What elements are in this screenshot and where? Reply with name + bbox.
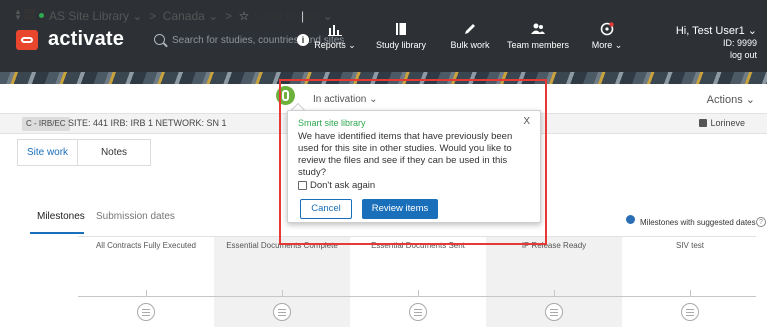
subtab-underline xyxy=(30,232,84,234)
tab-notes[interactable]: Notes xyxy=(77,139,151,166)
nav-more-label: More xyxy=(591,40,613,50)
dont-ask-again-label[interactable]: Don't ask again xyxy=(310,180,375,191)
help-icon[interactable]: ? xyxy=(756,217,766,227)
breadcrumb-library[interactable]: AS Site Library xyxy=(49,9,129,23)
calendar-icon[interactable] xyxy=(681,303,699,321)
timeline-tick xyxy=(554,290,555,296)
site-info: SITE: 441 IRB: IRB 1 NETWORK: SN 1 xyxy=(68,118,227,128)
actions-label: Actions xyxy=(706,94,743,106)
team-members-icon xyxy=(531,23,545,34)
more-icon xyxy=(600,22,614,36)
calendar-icon[interactable] xyxy=(545,303,563,321)
calendar-icon[interactable] xyxy=(409,303,427,321)
breadcrumb-person[interactable]: Linda Brown xyxy=(253,9,320,23)
user-id: ID: 9999 xyxy=(722,38,757,48)
popup-title: Smart site library xyxy=(298,118,366,128)
suggested-dates-label: Milestones with suggested dates xyxy=(640,218,756,227)
nav-team-members[interactable]: Team members xyxy=(503,22,573,50)
tab-site-work[interactable]: Site work xyxy=(17,139,77,166)
popup-message: We have identified items that have previ… xyxy=(298,131,513,178)
breadcrumb-country[interactable]: Canada xyxy=(163,9,205,23)
logout-link[interactable]: log out xyxy=(676,49,757,61)
milestone-title: IP Release Ready xyxy=(521,241,587,250)
timeline-tick xyxy=(146,290,147,296)
nav-reports-label: Reports xyxy=(314,40,346,50)
divider: | xyxy=(301,9,305,23)
nav-more[interactable]: More ⌄ xyxy=(572,22,642,51)
activate-logo-icon[interactable] xyxy=(16,30,38,50)
nav-reports[interactable]: Reports ⌄ xyxy=(300,22,370,51)
status-dropdown[interactable]: In activation ⌄ xyxy=(313,94,378,105)
actions-menu[interactable]: Actions ⌄ xyxy=(707,93,755,106)
nav-study-library[interactable]: Study library xyxy=(366,22,436,50)
nav-bulk-work[interactable]: Bulk work xyxy=(435,22,505,50)
site-badge: C - IRB/EC xyxy=(22,117,70,131)
timeline-tick xyxy=(690,290,691,296)
sort-icon[interactable]: ▲ ▼ xyxy=(14,8,22,22)
site-owner[interactable]: Lorineve xyxy=(710,118,745,128)
timeline-tick xyxy=(282,290,283,296)
user-menu[interactable]: Hi, Test User1 ⌄ ID: 9999 log out xyxy=(676,25,757,61)
subtab-submission-dates[interactable]: Submission dates xyxy=(96,211,175,222)
timeline-tick xyxy=(418,290,419,296)
subtab-milestones[interactable]: Milestones xyxy=(37,211,85,222)
milestone-title: SIV test xyxy=(675,241,704,250)
status-dot-icon xyxy=(39,13,44,18)
smart-library-icon[interactable] xyxy=(276,86,295,105)
nav-study-library-label: Study library xyxy=(375,40,427,50)
study-library-icon xyxy=(396,23,406,35)
nav-bulk-work-label: Bulk work xyxy=(450,40,490,50)
timeline-line xyxy=(78,296,756,297)
milestone-title: Essential Documents Sent xyxy=(371,241,465,250)
cancel-button[interactable]: Cancel xyxy=(300,199,352,219)
decorative-stripe xyxy=(0,72,767,84)
smart-site-library-popup: Smart site library X We have identified … xyxy=(287,110,541,223)
star-icon[interactable]: ☆ xyxy=(239,9,250,23)
review-items-button[interactable]: Review items xyxy=(362,199,438,219)
breadcrumb: AS Site Library ⌄ > Canada ⌄ > ☆ Linda B… xyxy=(49,9,333,23)
reports-icon xyxy=(328,25,342,36)
grid-icon[interactable] xyxy=(24,9,35,20)
user-greeting[interactable]: Hi, Test User1 xyxy=(676,25,745,37)
search-icon[interactable] xyxy=(154,34,165,45)
calendar-icon[interactable] xyxy=(137,303,155,321)
lock-icon xyxy=(699,119,707,127)
calendar-icon[interactable] xyxy=(273,303,291,321)
close-icon[interactable]: X xyxy=(523,116,530,127)
milestone-title: All Contracts Fully Executed xyxy=(95,241,197,250)
suggested-dates-icon xyxy=(626,215,635,224)
milestone-title: Essential Documents Complete xyxy=(226,241,338,250)
brand-name[interactable]: activate xyxy=(48,28,124,51)
status-label: In activation xyxy=(313,94,367,105)
nav-team-members-label: Team members xyxy=(506,40,569,50)
bulk-work-icon xyxy=(465,24,475,34)
dont-ask-again-checkbox[interactable] xyxy=(298,181,307,190)
